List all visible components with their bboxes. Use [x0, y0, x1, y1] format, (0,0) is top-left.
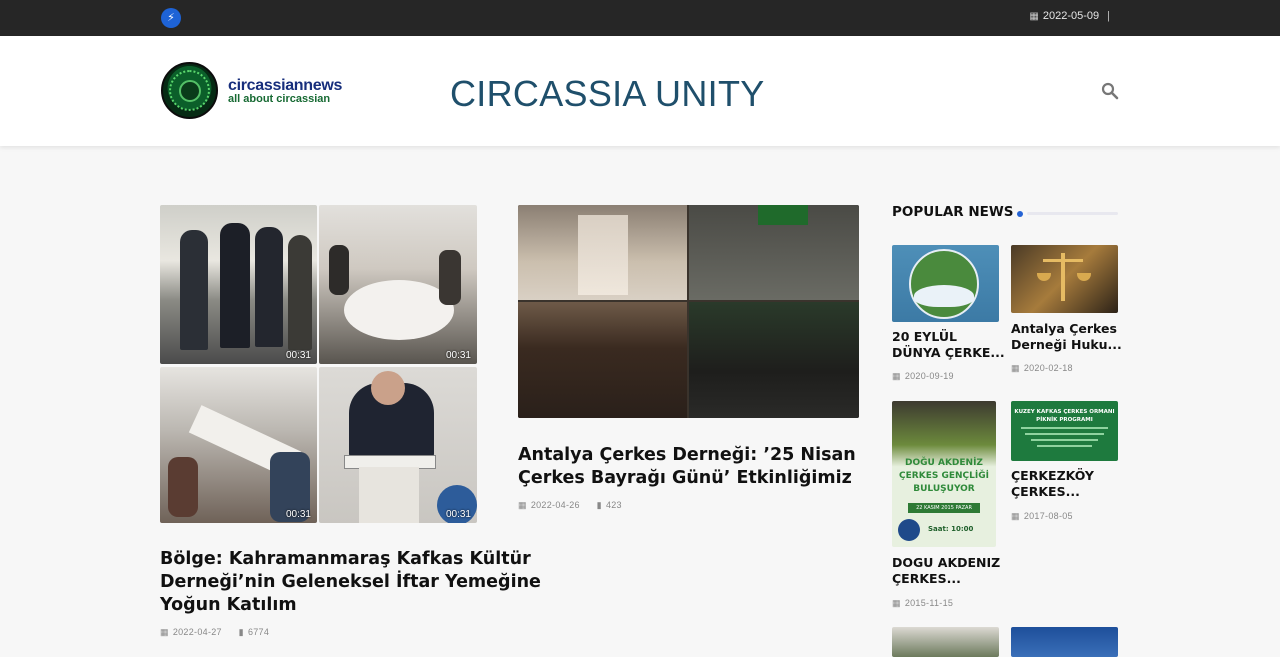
- popular-3-image[interactable]: DOĞU AKDENİZ ÇERKES GENÇLİĞİ BULUŞUYOR 2…: [892, 401, 996, 547]
- bolt-icon[interactable]: ⚡: [161, 8, 181, 28]
- popular-1-image[interactable]: [892, 245, 999, 322]
- popular-3-title[interactable]: DOGU AKDENIZ ÇERKES...: [892, 555, 1000, 587]
- article-2-image[interactable]: [518, 205, 859, 418]
- popular-2-image[interactable]: [1011, 245, 1118, 313]
- views-icon: ▮: [238, 627, 244, 637]
- popular-news-heading: POPULAR NEWS: [892, 204, 1014, 220]
- article-1-image-1[interactable]: 00:31: [160, 205, 317, 364]
- popular-1-meta: ▦ 2020-09-19: [892, 371, 954, 381]
- article-1-image-4[interactable]: 00:31: [319, 367, 477, 523]
- popular-3-meta: ▦ 2015-11-15: [892, 598, 954, 608]
- site-logo[interactable]: [161, 62, 218, 119]
- article-1-image-2[interactable]: 00:31: [319, 205, 477, 364]
- heading-accent-dot: [1017, 211, 1023, 217]
- article-1-image-3[interactable]: 00:31: [160, 367, 317, 523]
- video-duration: 00:31: [285, 509, 311, 520]
- article-1-title[interactable]: Bölge: Kahramanmaraş Kafkas Kültür Derne…: [160, 548, 541, 617]
- site-header: circassiannews all about circassian CIRC…: [0, 36, 1280, 146]
- calendar-icon: ▦: [1011, 511, 1020, 521]
- poster-text: DOĞU AKDENİZ ÇERKES GENÇLİĞİ BULUŞUYOR: [899, 458, 989, 494]
- article-2-meta: ▦ 2022-04-26 ▮ 423: [518, 500, 622, 510]
- article-1-meta: ▦ 2022-04-27 ▮ 6774: [160, 627, 270, 637]
- views-icon: ▮: [596, 500, 602, 510]
- site-title[interactable]: CIRCASSIA UNITY: [450, 73, 765, 115]
- calendar-icon: ▦: [160, 627, 169, 637]
- popular-4-title[interactable]: ÇERKEZKÖY ÇERKES...: [1011, 468, 1094, 500]
- video-duration: 00:31: [445, 509, 471, 520]
- calendar-icon: ▦: [892, 371, 901, 381]
- calendar-icon: ▦: [1029, 11, 1039, 22]
- top-bar: ⚡ ▦ 2022-05-09 |: [0, 0, 1280, 36]
- popular-4-image[interactable]: KUZEY KAFKAS ÇERKES ORMANI PİKNİK PROGRA…: [1011, 401, 1118, 461]
- calendar-icon: ▦: [518, 500, 527, 510]
- top-date: ▦ 2022-05-09 |: [1029, 10, 1110, 22]
- logo-tagline: all about circassian: [228, 93, 331, 105]
- popular-5-image[interactable]: [892, 627, 999, 657]
- popular-1-title[interactable]: 20 EYLÜL DÜNYA ÇERKE...: [892, 329, 1005, 361]
- popular-2-title[interactable]: Antalya Çerkes Derneği Huku...: [1011, 321, 1122, 353]
- search-icon[interactable]: [1101, 82, 1119, 100]
- video-duration: 00:31: [445, 350, 471, 361]
- poster-text: KUZEY KAFKAS ÇERKES ORMANI PİKNİK PROGRA…: [1014, 409, 1115, 423]
- calendar-icon: ▦: [892, 598, 901, 608]
- popular-2-meta: ▦ 2020-02-18: [1011, 363, 1073, 373]
- popular-6-image[interactable]: [1011, 627, 1118, 657]
- popular-4-meta: ▦ 2017-08-05: [1011, 511, 1073, 521]
- video-duration: 00:31: [285, 350, 311, 361]
- article-2-title[interactable]: Antalya Çerkes Derneği: ’25 Nisan Çerkes…: [518, 444, 856, 490]
- logo-emblem: [179, 80, 201, 102]
- calendar-icon: ▦: [1011, 363, 1020, 373]
- heading-accent-line: [1027, 212, 1118, 215]
